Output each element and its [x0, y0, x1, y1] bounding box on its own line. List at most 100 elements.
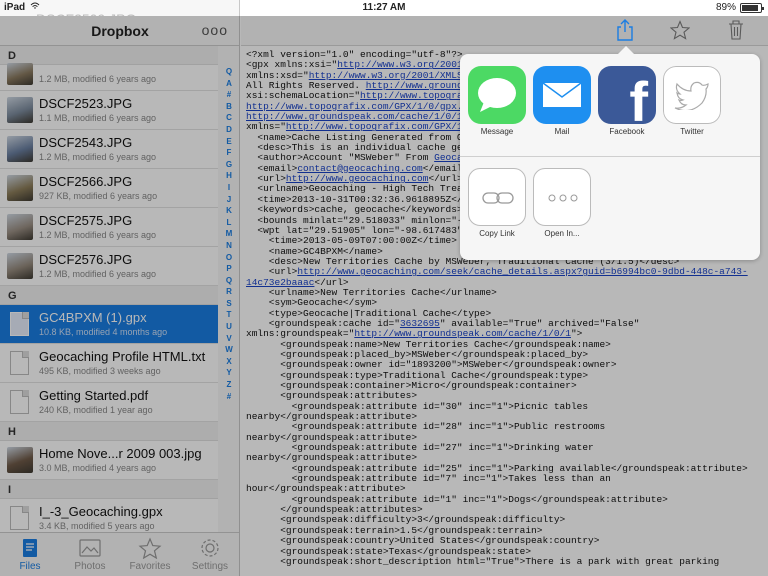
code-link[interactable]: 3632695 [400, 318, 440, 329]
share-facebook[interactable]: f Facebook [598, 66, 656, 136]
index-letter[interactable]: Y [222, 367, 236, 379]
share-twitter[interactable]: Twitter [663, 66, 721, 136]
document-icon [10, 351, 29, 375]
index-letter[interactable]: C [222, 112, 236, 124]
photo-thumbnail [7, 63, 33, 85]
index-letter[interactable]: B [222, 101, 236, 113]
code-text: <groundspeak:state>Texas</groundspeak:st… [246, 545, 532, 557]
code-link[interactable]: http://www.groundspeak.com/cache/1/0/1 [354, 328, 571, 339]
file-name: Getting Started.pdf [39, 388, 149, 403]
index-letter[interactable]: E [222, 136, 236, 148]
code-link[interactable]: http://www.geocaching.com/seek/cache_det… [297, 266, 747, 277]
photo-file-row[interactable]: DSCF2575.JPG 1.2 MB, modified 6 years ago [0, 208, 218, 247]
index-letter[interactable]: S [222, 298, 236, 310]
code-link[interactable]: http://www.topografix.com/GPX/1/0/gpx.xs… [246, 101, 480, 112]
index-letter[interactable]: T [222, 309, 236, 321]
tab-photos[interactable]: Photos [60, 533, 120, 576]
document-file-row[interactable]: GC4BPXM (1).gpx 10.8 KB, modified 4 month… [0, 305, 218, 344]
index-letter[interactable]: A [222, 78, 236, 90]
code-link[interactable]: http://www.topografix.com/GPX/1/0 [286, 121, 474, 132]
index-letter[interactable]: V [222, 333, 236, 345]
photo-file-row[interactable]: DSCF2543.JPG 1.2 MB, modified 6 years ago [0, 130, 218, 169]
action-open-in[interactable]: Open In... [533, 168, 591, 238]
photo-file-row[interactable]: 1.2 MB, modified 6 years ago [0, 63, 218, 91]
sidebar-nav-bar: Dropbox ooo [0, 16, 239, 46]
code-text: hour</groundspeak:attribute> [246, 483, 406, 495]
code-text: <name>GC4BPXM</name> [246, 245, 383, 257]
code-text: <groundspeak:country>United States</grou… [246, 535, 600, 547]
file-name: Geocaching Profile HTML.txt [39, 349, 206, 364]
code-link[interactable]: http://www.geocaching.com [286, 173, 429, 184]
document-file-row[interactable]: Getting Started.pdf 240 KB, modified 1 ye… [0, 383, 218, 422]
index-letter[interactable]: P [222, 263, 236, 275]
code-text: <groundspeak:container>Micro</groundspea… [246, 380, 577, 391]
index-letter[interactable]: K [222, 205, 236, 217]
files-icon [0, 537, 60, 559]
share-mail[interactable]: Mail [533, 66, 591, 136]
code-link[interactable]: 14c73e2baaac [246, 277, 314, 288]
tab-favorites[interactable]: Favorites [120, 533, 180, 576]
code-text: <urlname>New Territories Cache</urlname> [246, 286, 497, 298]
photo-file-row[interactable]: DSCF2523.JPG 1.1 MB, modified 6 years ago [0, 91, 218, 130]
index-letter[interactable]: G [222, 159, 236, 171]
file-name: DSCF2575.JPG [39, 213, 133, 228]
file-meta: 1.2 MB, modified 6 years ago [39, 230, 157, 240]
index-letter[interactable]: Q [222, 66, 236, 78]
tab-files[interactable]: Files [0, 533, 60, 576]
index-letter[interactable]: R [222, 286, 236, 298]
code-link[interactable]: http://www.groundspeak.com/cache/1/0/1 [246, 111, 463, 122]
photo-file-row[interactable]: DSCF2566.JPG 927 KB, modified 6 years ago [0, 169, 218, 208]
index-letter[interactable]: # [222, 391, 236, 403]
index-letter[interactable]: W [222, 344, 236, 356]
share-message[interactable]: Message [468, 66, 526, 136]
code-text: </groundspeak:attributes> [246, 504, 423, 516]
file-meta: 10.8 KB, modified 4 months ago [39, 327, 168, 337]
gear-icon [180, 537, 239, 559]
file-meta: 240 KB, modified 1 year ago [39, 405, 153, 415]
section-header: D [0, 46, 218, 65]
section-header: H [0, 422, 218, 441]
code-link[interactable]: contact@geocaching.com [297, 163, 422, 174]
facebook-icon: f [598, 66, 656, 124]
tab-settings[interactable]: Settings [180, 533, 239, 576]
tab-label: Files [19, 561, 41, 572]
section-index[interactable]: Q A # B C D E F G H I J K L M N O P Q R S T U V W X Y Z # [222, 66, 236, 402]
file-name: DSCF2566.JPG [39, 174, 133, 189]
index-letter[interactable]: O [222, 252, 236, 264]
index-letter[interactable]: F [222, 147, 236, 159]
more-options-icon[interactable]: ooo [202, 22, 228, 38]
code-text: <groundspeak:terrain>1.5</groundspeak:te… [246, 524, 543, 536]
index-letter[interactable]: Z [222, 379, 236, 391]
index-letter[interactable]: M [222, 228, 236, 240]
document-file-row[interactable]: Geocaching Profile HTML.txt 495 KB, modif… [0, 344, 218, 383]
code-text: <time>2013-10-31T00:32:36.9618895Z</time… [246, 193, 492, 205]
index-letter[interactable]: D [222, 124, 236, 136]
clock: 11:27 AM [362, 2, 406, 13]
code-text: <email> [246, 162, 298, 174]
index-letter[interactable]: H [222, 170, 236, 182]
code-text: <author>Account "MSWeber" From [246, 152, 435, 164]
index-letter[interactable]: Q [222, 275, 236, 287]
photo-thumbnail [7, 97, 33, 123]
file-meta: 1.2 MB, modified 6 years ago [39, 74, 157, 84]
code-text: <wpt lat="29.51905" lon="-98.617483"> [246, 224, 469, 236]
code-text: </url> [428, 173, 463, 185]
code-text: <groundspeak:difficulty>3</groundspeak:d… [246, 514, 566, 526]
code-text: xmlns=" [246, 121, 286, 133]
code-line: <groundspeak:short_description html="Tru… [246, 556, 748, 567]
code-text: <url> [246, 173, 286, 185]
index-letter[interactable]: L [222, 217, 236, 229]
index-letter[interactable]: I [222, 182, 236, 194]
file-name: I_-3_Geocaching.gpx [39, 504, 163, 519]
index-letter[interactable]: N [222, 240, 236, 252]
code-text: <groundspeak:attribute id="1" inc="1">Do… [246, 493, 668, 505]
index-letter[interactable]: X [222, 356, 236, 368]
photos-icon [60, 537, 120, 559]
file-meta: 495 KB, modified 3 weeks ago [39, 366, 161, 376]
photo-file-row[interactable]: Home Nove...r 2009 003.jpg 3.0 MB, modifi… [0, 441, 218, 480]
photo-file-row[interactable]: DSCF2576.JPG 1.2 MB, modified 6 years ago [0, 247, 218, 286]
index-letter[interactable]: # [222, 89, 236, 101]
action-link[interactable]: Copy Link [468, 168, 526, 238]
index-letter[interactable]: J [222, 194, 236, 206]
index-letter[interactable]: U [222, 321, 236, 333]
